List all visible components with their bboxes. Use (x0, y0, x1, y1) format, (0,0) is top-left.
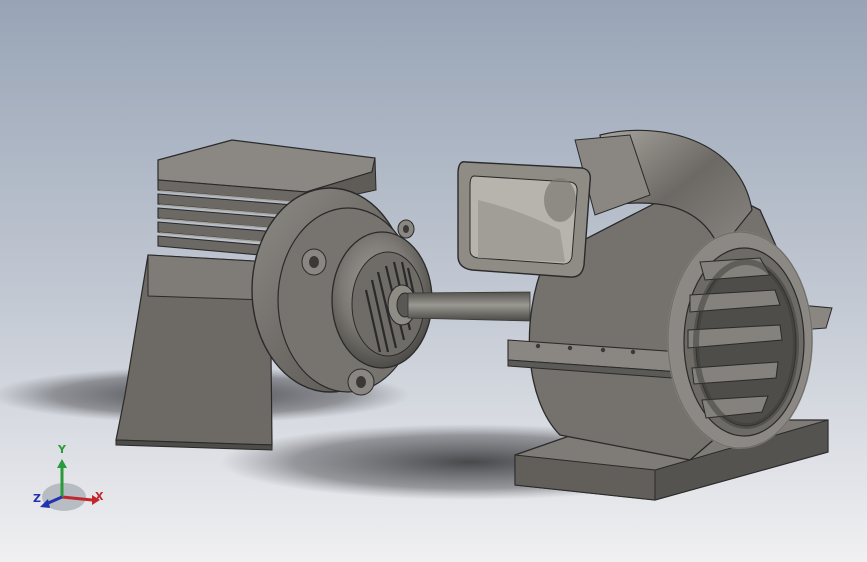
triad-y-label: Y (58, 443, 66, 456)
motor-shaft (407, 291, 531, 322)
triad-z-label: Z (33, 492, 41, 505)
cad-viewport[interactable]: X Y Z (0, 0, 867, 562)
triad-x-label: X (95, 490, 104, 503)
model-canvas[interactable] (0, 0, 867, 562)
